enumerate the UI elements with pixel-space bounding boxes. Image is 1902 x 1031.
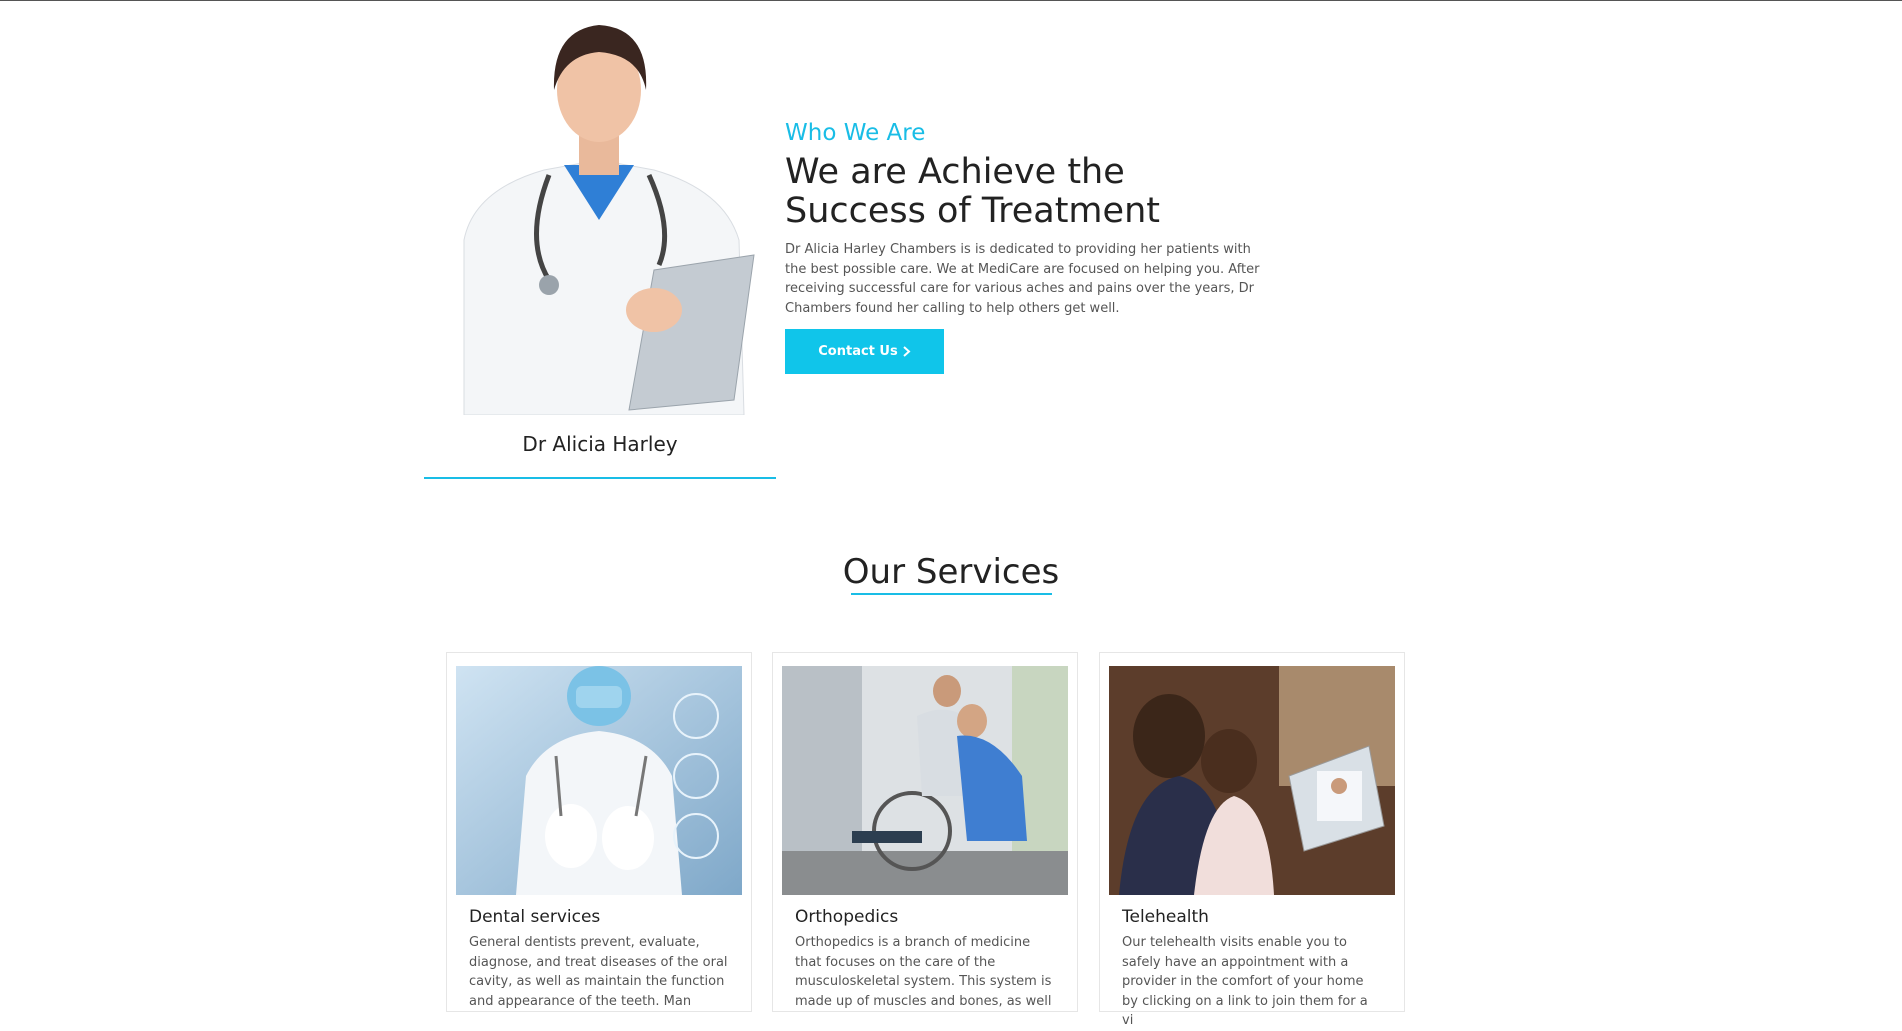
services-title-underline bbox=[851, 593, 1052, 595]
services-title: Our Services bbox=[842, 552, 1060, 592]
card-title: Dental services bbox=[469, 907, 601, 927]
card-text: Orthopedics is a branch of medicine that… bbox=[795, 935, 1052, 1009]
service-card-dental[interactable]: Dental services General dentists prevent… bbox=[446, 652, 752, 1012]
card-text: General dentists prevent, evaluate, diag… bbox=[469, 935, 728, 1009]
card-title: Telehealth bbox=[1122, 907, 1209, 927]
top-border bbox=[0, 0, 1902, 1]
title-line-1: We are Achieve the bbox=[785, 152, 1125, 192]
telehealth-image bbox=[1109, 666, 1395, 895]
card-title: Orthopedics bbox=[795, 907, 899, 927]
service-card-telehealth[interactable]: Telehealth Our telehealth visits enable … bbox=[1099, 652, 1405, 1028]
doctor-name-underline bbox=[424, 477, 776, 479]
about-description: Dr Alicia Harley Chambers is is dedicate… bbox=[785, 242, 1260, 316]
section-title: We are Achieve the Success of Treatment bbox=[785, 153, 1245, 231]
contact-us-button[interactable]: Contact Us bbox=[785, 329, 944, 374]
orthopedics-image bbox=[782, 666, 1068, 895]
service-card-orthopedics[interactable]: Orthopedics Orthopedics is a branch of m… bbox=[772, 652, 1078, 1012]
dental-image bbox=[456, 666, 742, 895]
doctor-photo bbox=[424, 10, 774, 415]
doctor-name: Dr Alicia Harley bbox=[522, 432, 678, 456]
title-line-2: Success of Treatment bbox=[785, 191, 1160, 231]
section-subtitle: Who We Are bbox=[785, 120, 926, 146]
card-text: Our telehealth visits enable you to safe… bbox=[1122, 935, 1368, 1028]
chevron-right-icon bbox=[903, 346, 911, 357]
contact-us-label: Contact Us bbox=[818, 344, 898, 359]
